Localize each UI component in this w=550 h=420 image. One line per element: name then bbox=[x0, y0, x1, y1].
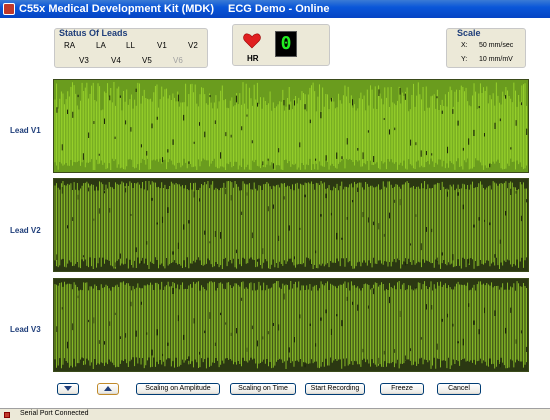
heart-rate-panel: HR 0 bbox=[232, 24, 330, 66]
scale-panel: Scale X: 50 mm/sec Y: 10 mm/mV bbox=[446, 28, 526, 68]
lead-status-la: LA bbox=[96, 41, 106, 50]
heart-rate-value: 0 bbox=[275, 31, 297, 57]
scale-title: Scale bbox=[457, 28, 481, 38]
freeze-button[interactable]: Freeze bbox=[380, 383, 424, 395]
lead-status-panel: Status Of Leads RA LA LL V1 V2 V3 V4 V5 … bbox=[54, 28, 208, 68]
status-bar: Serial Port Connected bbox=[0, 408, 550, 420]
lead-v3-label: Lead V3 bbox=[10, 325, 41, 334]
ecg-trace-v1 bbox=[54, 80, 528, 172]
lead-status-ra: RA bbox=[64, 41, 76, 50]
heart-icon bbox=[243, 33, 261, 49]
ecg-strip-v3 bbox=[53, 278, 529, 372]
scaling-time-button[interactable]: Scaling on Time bbox=[230, 383, 296, 395]
window-title: C55x Medical Development Kit (MDK) bbox=[19, 3, 214, 15]
app-icon bbox=[3, 3, 15, 15]
start-recording-button[interactable]: Start Recording bbox=[305, 383, 365, 395]
lead-status-v4: V4 bbox=[111, 56, 121, 65]
lead-v1-label: Lead V1 bbox=[10, 126, 41, 135]
scale-y-label: Y: bbox=[461, 56, 468, 63]
lead-status-v1: V1 bbox=[157, 41, 167, 50]
ecg-strip-v1 bbox=[53, 79, 529, 173]
status-text: Serial Port Connected bbox=[20, 410, 89, 417]
scroll-down-button[interactable] bbox=[57, 383, 79, 395]
connection-icon bbox=[4, 412, 10, 418]
demo-status-title: ECG Demo - Online bbox=[228, 3, 330, 15]
title-bar: C55x Medical Development Kit (MDK) ECG D… bbox=[0, 0, 550, 18]
hr-label: HR bbox=[247, 54, 259, 63]
scale-x-label: X: bbox=[461, 42, 468, 49]
scale-y-value: 10 mm/mV bbox=[479, 56, 513, 63]
ecg-trace-v3 bbox=[54, 279, 528, 371]
scaling-amplitude-button[interactable]: Scaling on Amplitude bbox=[136, 383, 220, 395]
lead-status-title: Status Of Leads bbox=[59, 28, 128, 38]
lead-status-v3: V3 bbox=[79, 56, 89, 65]
triangle-down-icon bbox=[64, 386, 72, 391]
scroll-up-button[interactable] bbox=[97, 383, 119, 395]
scale-x-value: 50 mm/sec bbox=[479, 42, 514, 49]
lead-status-v6: V6 bbox=[173, 56, 183, 65]
lead-status-v2: V2 bbox=[188, 41, 198, 50]
ecg-trace-v2 bbox=[54, 179, 528, 271]
ecg-strip-v2 bbox=[53, 178, 529, 272]
lead-v2-label: Lead V2 bbox=[10, 226, 41, 235]
cancel-button[interactable]: Cancel bbox=[437, 383, 481, 395]
main-area: Status Of Leads RA LA LL V1 V2 V3 V4 V5 … bbox=[0, 18, 550, 408]
triangle-up-icon bbox=[104, 386, 112, 391]
lead-status-v5: V5 bbox=[142, 56, 152, 65]
lead-status-ll: LL bbox=[126, 41, 135, 50]
